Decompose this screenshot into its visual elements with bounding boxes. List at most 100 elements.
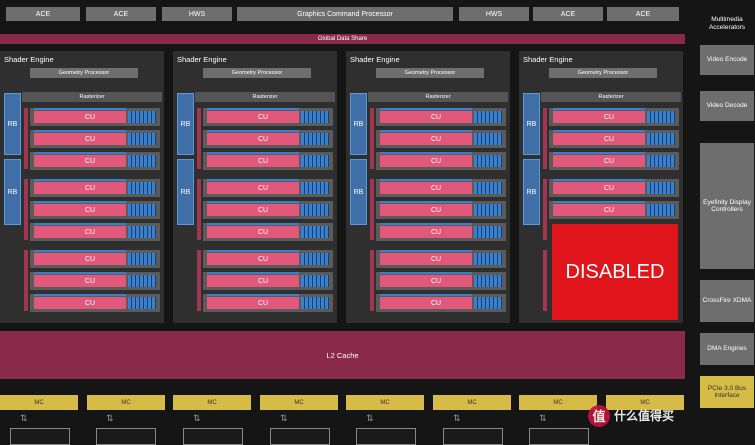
memory-chip (183, 428, 243, 445)
render-backend-1: RB (4, 93, 21, 155)
memory-link-arrow-icon: ⇅ (453, 413, 461, 423)
cu-label: CU (430, 255, 442, 263)
compute-unit: CU (549, 130, 679, 148)
compute-unit: CU (376, 179, 506, 197)
compute-unit: CU (376, 223, 506, 241)
rb-label: RB (526, 120, 537, 128)
geometry-processor: Geometry Processor (30, 68, 138, 78)
compute-unit: CU (30, 130, 160, 148)
compute-unit: CU (549, 108, 679, 126)
cu-group-bar (197, 250, 201, 311)
memory-chip (356, 428, 416, 445)
gpu-block-diagram: ACE ACE HWS Graphics Command Processor H… (0, 0, 755, 445)
memory-controller: MC (87, 395, 165, 410)
rasterizer: Rasterizer (541, 92, 681, 102)
render-backend-2: RB (4, 159, 21, 225)
compute-unit: CU (376, 108, 506, 126)
shader-engine-2: Shader Engine Geometry Processor Rasteri… (173, 51, 337, 323)
rb-label: RB (180, 188, 191, 196)
memory-link-arrow-icon: ⇅ (106, 413, 114, 423)
geometry-processor: Geometry Processor (203, 68, 311, 78)
cu-label: CU (257, 113, 269, 121)
crossfire-xdma: CrossFire XDMA (700, 280, 754, 322)
hws-block-1: HWS (162, 7, 232, 21)
memory-controller: MC (519, 395, 597, 410)
cu-register-grid (128, 111, 156, 123)
cu-label: CU (84, 157, 96, 165)
compute-unit: CU (376, 272, 506, 290)
compute-unit: CU (30, 223, 160, 241)
cu-register-grid (647, 133, 675, 145)
cu-label: CU (84, 184, 96, 192)
ace-block-1: ACE (6, 7, 80, 21)
memory-link-arrow-icon: ⇅ (20, 413, 28, 423)
cu-group-bar (543, 179, 547, 240)
cu-label: CU (603, 135, 615, 143)
cu-register-grid (474, 253, 502, 265)
cu-group-bar (370, 250, 374, 311)
compute-unit: CU (203, 223, 333, 241)
compute-unit: CU (203, 152, 333, 170)
compute-unit: CU (203, 294, 333, 312)
cu-label: CU (430, 135, 442, 143)
cu-label: CU (603, 157, 615, 165)
cu-register-grid (301, 253, 329, 265)
rb-label: RB (526, 188, 537, 196)
memory-controller: MC (433, 395, 511, 410)
cu-label: CU (603, 206, 615, 214)
cu-register-grid (128, 204, 156, 216)
memory-controller: MC (346, 395, 424, 410)
cu-label: CU (84, 135, 96, 143)
cu-register-grid (128, 226, 156, 238)
cu-group-bar (370, 108, 374, 169)
shader-engine-title: Shader Engine (523, 55, 573, 64)
compute-unit: CU (376, 201, 506, 219)
graphics-command-processor: Graphics Command Processor (237, 7, 453, 21)
compute-unit: CU (549, 152, 679, 170)
shader-engine-3: Shader Engine Geometry Processor Rasteri… (346, 51, 510, 323)
rb-label: RB (7, 188, 18, 196)
shader-engine-title: Shader Engine (350, 55, 400, 64)
memory-chip (270, 428, 330, 445)
cu-label: CU (603, 184, 615, 192)
cu-register-grid (128, 253, 156, 265)
cu-label: CU (84, 255, 96, 263)
cu-register-grid (647, 111, 675, 123)
compute-unit: CU (376, 250, 506, 268)
cu-register-grid (128, 275, 156, 287)
compute-unit: CU (30, 179, 160, 197)
watermark-text: 什么值得买 (614, 409, 675, 423)
rb-label: RB (353, 120, 364, 128)
render-backend-2: RB (350, 159, 367, 225)
geometry-processor: Geometry Processor (376, 68, 484, 78)
memory-chip (529, 428, 589, 445)
multimedia-accelerators-title: Multimedia Accelerators (708, 16, 746, 31)
cu-label: CU (430, 299, 442, 307)
cu-label: CU (257, 255, 269, 263)
ace-block-2: ACE (86, 7, 156, 21)
watermark-logo-icon: 值 (588, 404, 610, 427)
cu-register-grid (128, 155, 156, 167)
memory-link-arrow-icon: ⇅ (193, 413, 201, 423)
memory-chip (96, 428, 156, 445)
ace-block-4: ACE (607, 7, 679, 21)
cu-register-grid (301, 155, 329, 167)
cu-register-grid (474, 155, 502, 167)
rb-label: RB (180, 120, 191, 128)
render-backend-2: RB (523, 159, 540, 225)
shader-engine-title: Shader Engine (177, 55, 227, 64)
cu-label: CU (430, 113, 442, 121)
cu-label: CU (84, 113, 96, 121)
cu-label: CU (257, 228, 269, 236)
cu-label: CU (84, 277, 96, 285)
disabled-overlay: DISABLED (552, 224, 678, 320)
cu-register-grid (301, 182, 329, 194)
compute-unit: CU (30, 108, 160, 126)
cu-register-grid (474, 182, 502, 194)
rasterizer: Rasterizer (22, 92, 162, 102)
memory-controller: MC (0, 395, 78, 410)
memory-controller: MC (260, 395, 338, 410)
memory-chip (10, 428, 70, 445)
cu-group-bar (370, 179, 374, 240)
memory-link-arrow-icon: ⇅ (366, 413, 374, 423)
